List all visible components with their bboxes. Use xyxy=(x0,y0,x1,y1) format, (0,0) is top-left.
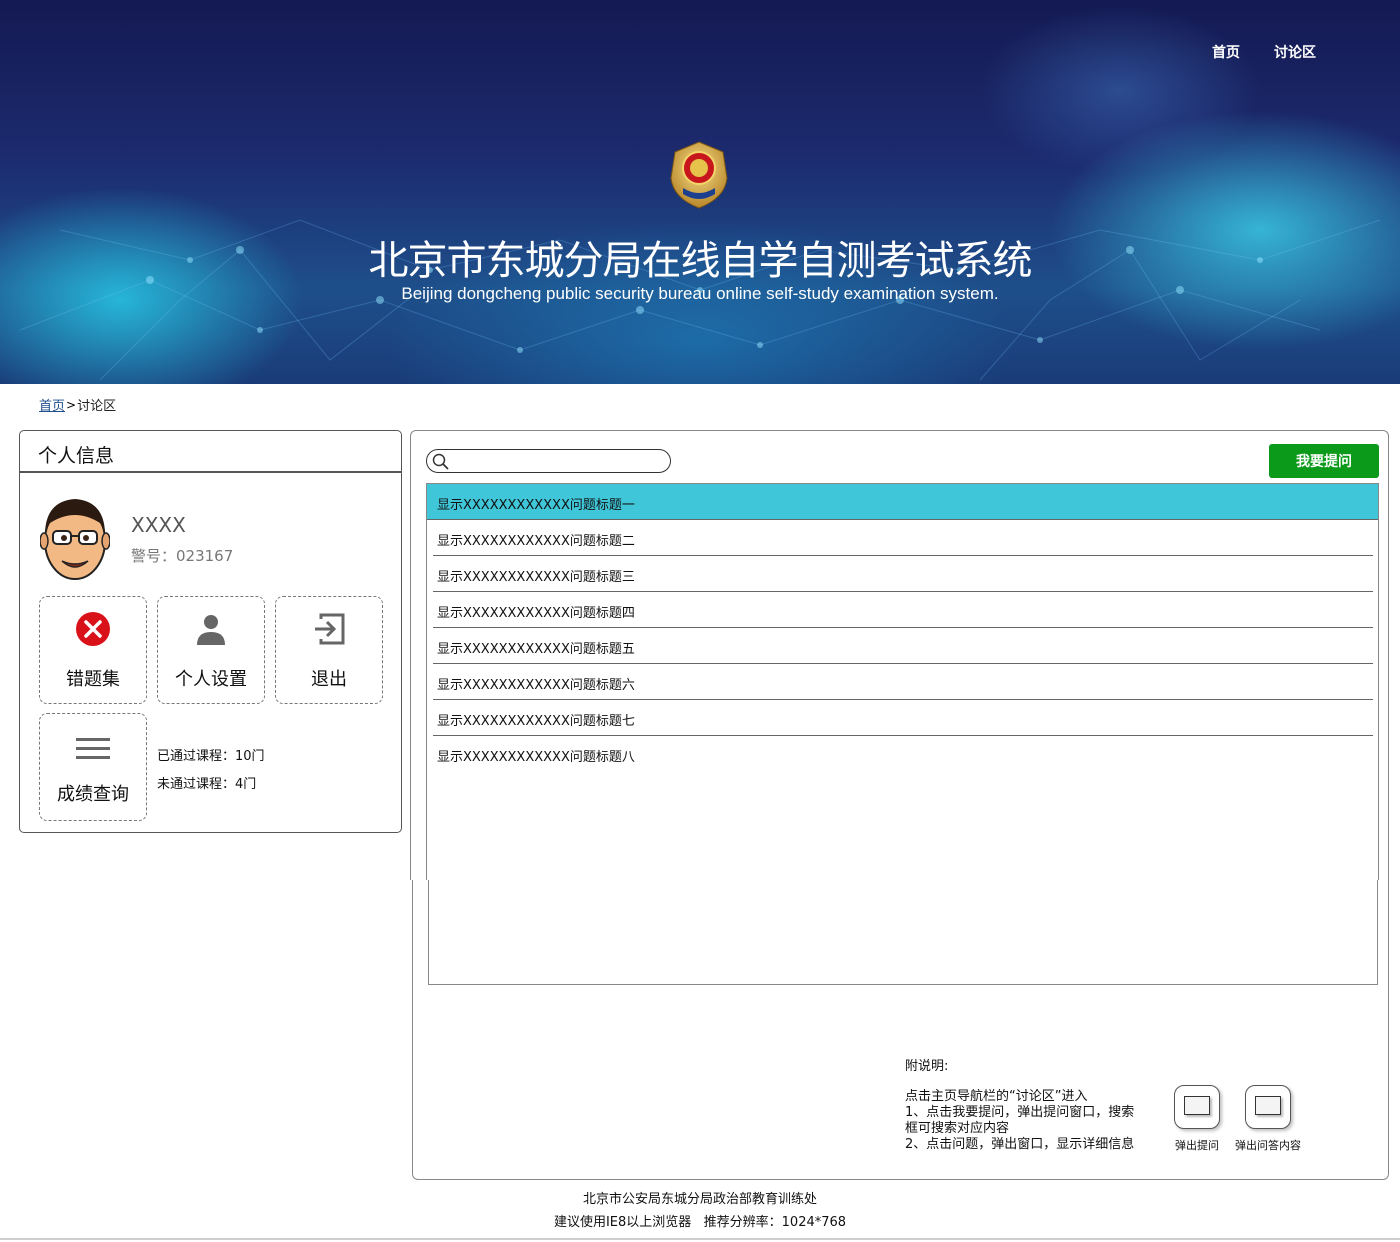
site-title: 北京市东城分局在线自学自测考试系统 xyxy=(368,238,1033,284)
badge-number: 警号：023167 xyxy=(131,547,234,565)
nav-discussion-link[interactable]: 讨论区 xyxy=(1274,42,1316,62)
avatar xyxy=(40,499,110,580)
question-row[interactable]: 显示XXXXXXXXXXXX问题标题六 xyxy=(433,664,1373,700)
profile-panel: 个人信息 XXXX 警号：023167 错题集 个人设置 退出 成绩查询 已通过… xyxy=(19,430,402,833)
logout-icon xyxy=(315,613,345,645)
question-row-selected[interactable]: 显示XXXXXXXXXXXX问题标题一 xyxy=(427,484,1378,520)
personal-settings-button[interactable]: 个人设置 xyxy=(157,596,265,704)
question-list-lower xyxy=(428,880,1378,985)
logout-button[interactable]: 退出 xyxy=(275,596,383,704)
footer-org: 北京市公安局东城分局政治部教育训练处 xyxy=(582,1192,817,1207)
passed-courses: 已通过课程：10门 xyxy=(157,749,265,764)
popup-ask-label: 弹出提问 xyxy=(1175,1139,1219,1152)
score-query-button[interactable]: 成绩查询 xyxy=(39,713,147,821)
person-icon xyxy=(197,615,225,645)
site-subtitle: Beijing dongcheng public security bureau… xyxy=(401,284,999,303)
footer-divider xyxy=(0,1238,1400,1240)
popup-ask-icon[interactable] xyxy=(1174,1085,1220,1129)
footer-browser-tip: 建议使用IE8以上浏览器 推荐分辨率：1024*768 xyxy=(553,1215,847,1230)
search-icon xyxy=(432,453,449,470)
user-name: XXXX xyxy=(131,513,186,537)
error-circle-icon xyxy=(76,612,110,646)
ask-question-button[interactable]: 我要提问 xyxy=(1269,444,1379,478)
question-row[interactable]: 显示XXXXXXXXXXXX问题标题八 xyxy=(433,736,1373,772)
personal-settings-label: 个人设置 xyxy=(175,669,247,690)
wrong-questions-button[interactable]: 错题集 xyxy=(39,596,147,704)
notes-line-2: 1、点击我要提问，弹出提问窗口，搜索框可搜索对应内容 xyxy=(905,1105,1135,1136)
notes-body: 点击主页导航栏的“讨论区”进入 1、点击我要提问，弹出提问窗口，搜索框可搜索对应… xyxy=(905,1089,1141,1163)
search-input[interactable] xyxy=(426,449,671,473)
question-list: 显示XXXXXXXXXXXX问题标题一 显示XXXXXXXXXXXX问题标题二 … xyxy=(426,483,1379,880)
police-emblem-icon xyxy=(670,141,728,209)
score-query-label: 成绩查询 xyxy=(57,784,129,805)
top-nav: 首页 讨论区 xyxy=(1212,42,1316,62)
question-row[interactable]: 显示XXXXXXXXXXXX问题标题三 xyxy=(433,556,1373,592)
question-row[interactable]: 显示XXXXXXXXXXXX问题标题四 xyxy=(433,592,1373,628)
popup-answer-icon[interactable] xyxy=(1245,1085,1291,1129)
question-row[interactable]: 显示XXXXXXXXXXXX问题标题七 xyxy=(433,700,1373,736)
breadcrumb-separator: > xyxy=(66,397,77,412)
header-banner: 首页 讨论区 北京市东城分局在线自学自测考试系统 Beijing dongche… xyxy=(0,0,1400,384)
menu-icon xyxy=(76,738,110,759)
popup-answer-label: 弹出问答内容 xyxy=(1235,1139,1301,1152)
wrong-questions-label: 错题集 xyxy=(66,669,120,690)
failed-courses: 未通过课程：4门 xyxy=(157,777,257,792)
breadcrumb: 首页 > 讨论区 xyxy=(39,395,117,415)
question-row[interactable]: 显示XXXXXXXXXXXX问题标题二 xyxy=(433,520,1373,556)
question-row[interactable]: 显示XXXXXXXXXXXX问题标题五 xyxy=(433,628,1373,664)
notes-line-3: 2、点击问题，弹出窗口，显示详细信息 xyxy=(905,1137,1135,1152)
breadcrumb-home-link[interactable]: 首页 xyxy=(39,395,65,414)
nav-home-link[interactable]: 首页 xyxy=(1212,42,1240,62)
notes-title: 附说明: xyxy=(905,1059,949,1074)
logout-label: 退出 xyxy=(311,669,347,690)
notes-line-1: 点击主页导航栏的“讨论区”进入 xyxy=(905,1089,1088,1104)
breadcrumb-current: 讨论区 xyxy=(77,399,117,414)
profile-heading: 个人信息 xyxy=(20,431,401,473)
